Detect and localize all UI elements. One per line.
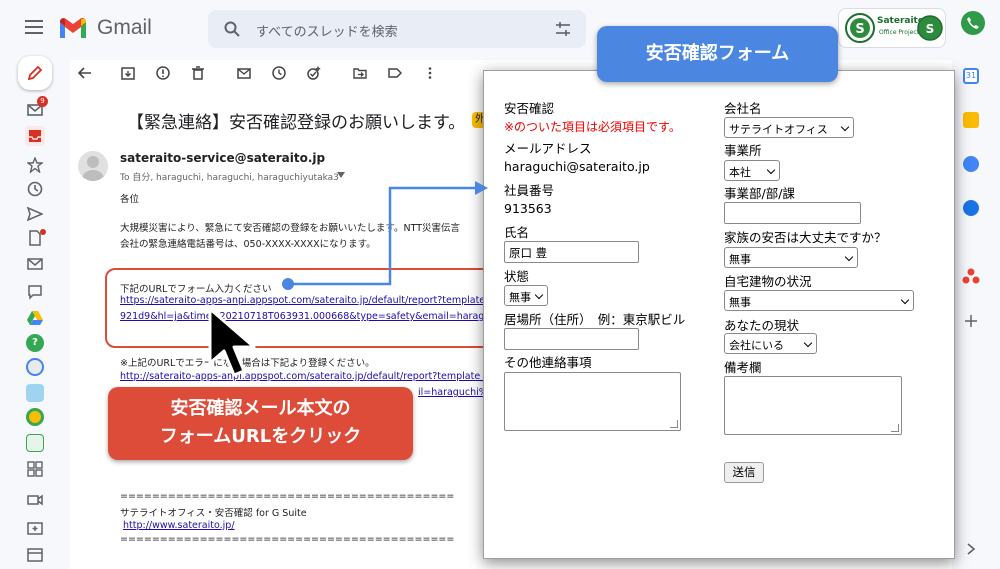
current-label: あなたの現状 <box>724 318 800 333</box>
required-note: ※のついた項目は必須項目です。 <box>504 120 681 134</box>
red-callout-line2: フォームURLをクリック <box>159 426 362 447</box>
draft-badge <box>40 229 46 235</box>
more-vert-icon[interactable] <box>423 66 437 80</box>
red-callout-line1: 安否確認メール本文の <box>170 398 351 419</box>
notes-label: 備考欄 <box>724 360 762 375</box>
video-icon[interactable] <box>27 492 43 508</box>
email-label: メールアドレス <box>504 141 592 156</box>
mark-unread-icon[interactable] <box>237 66 251 80</box>
contacts-icon[interactable] <box>963 200 979 216</box>
red-callout: 安否確認メール本文の フォームURLをクリック <box>108 387 413 460</box>
form-title: 安否確認 <box>504 101 555 116</box>
current-select[interactable]: 会社にいる <box>724 333 817 354</box>
residence-input[interactable] <box>504 328 639 350</box>
notes-textarea[interactable] <box>724 376 902 435</box>
mouse-cursor-icon <box>208 307 256 377</box>
snooze-icon[interactable] <box>272 66 286 80</box>
grid-icon[interactable] <box>27 461 43 477</box>
calendar-small-icon[interactable] <box>27 546 43 562</box>
office-label: 事業所 <box>724 143 762 158</box>
search-input[interactable]: すべてのスレッドを検索 <box>256 21 398 40</box>
company-select[interactable]: サテライトオフィス <box>724 117 854 138</box>
tasks-icon[interactable] <box>963 156 979 172</box>
app-photo-icon[interactable] <box>26 384 44 402</box>
family-label: 家族の安否は大丈夫ですか？ <box>724 230 887 245</box>
move-to-icon[interactable] <box>353 66 367 80</box>
sender-avatar <box>78 151 108 181</box>
submit-button[interactable]: 送信 <box>724 462 764 483</box>
brand-sub: Office Project <box>879 29 919 36</box>
phone-app-icon[interactable] <box>961 11 985 35</box>
company-label: 会社名 <box>724 101 762 116</box>
clock-icon[interactable] <box>27 181 43 197</box>
label-icon[interactable] <box>388 66 402 80</box>
inbox-icon <box>29 130 41 142</box>
family-select[interactable]: 無事 <box>724 247 858 268</box>
office-select[interactable]: 本社 <box>724 160 780 181</box>
compose-button[interactable] <box>18 56 52 90</box>
separator-bottom: ========================================… <box>120 534 455 545</box>
footer-url-link[interactable]: http://www.sateraito.jp/ <box>123 520 235 531</box>
separator-top: ========================================… <box>120 491 455 502</box>
footer-name: サテライトオフィス・安否確認 for G Suite <box>120 508 307 519</box>
addon-icon[interactable] <box>962 268 980 284</box>
app-ring-icon[interactable] <box>26 408 44 426</box>
all-mail-icon[interactable] <box>27 256 43 272</box>
connector-arrow-icon <box>282 181 488 290</box>
drive-icon[interactable] <box>27 310 43 326</box>
greeting: 各位 <box>120 194 140 205</box>
email-value: haraguchi@sateraito.jp <box>504 159 650 174</box>
main-menu-icon[interactable] <box>25 20 43 34</box>
sateraito-logo-icon: S <box>845 13 875 43</box>
add-icon[interactable] <box>964 314 978 328</box>
name-label: 氏名 <box>504 225 530 240</box>
sender-address: sateraito-service@sateraito.jp <box>120 151 326 165</box>
mail-badge: 9 <box>37 96 48 107</box>
employee-no-value: 913563 <box>504 201 552 216</box>
calendar-icon[interactable]: 31 <box>963 68 979 84</box>
pencil-icon <box>28 66 42 80</box>
home-select[interactable]: 無事 <box>724 290 914 311</box>
search-options-icon[interactable] <box>555 22 571 36</box>
status-select[interactable]: 無事 <box>504 285 548 306</box>
chat-icon[interactable] <box>27 284 43 300</box>
trash-icon[interactable] <box>191 66 205 80</box>
report-spam-icon[interactable] <box>156 66 170 80</box>
department-label: 事業部/部/課 <box>724 186 795 201</box>
status-label: 状態 <box>504 269 530 284</box>
gmail-logo-icon <box>60 18 86 38</box>
sateraito-seal-icon: S <box>917 15 943 41</box>
employee-no-label: 社員番号 <box>504 183 555 198</box>
alt-url-link-1[interactable]: http://sateraito-apps-anpi.appspot.com/s… <box>120 371 511 382</box>
search-bar[interactable]: すべてのスレッドを検索 <box>208 10 586 48</box>
name-input[interactable]: 原口 豊 <box>504 241 639 263</box>
archive-icon[interactable] <box>121 66 135 80</box>
keep-icon[interactable] <box>963 112 979 128</box>
new-meeting-icon[interactable] <box>27 520 43 536</box>
search-icon[interactable] <box>224 21 240 37</box>
other-contact-textarea[interactable] <box>504 372 681 431</box>
home-label: 自宅建物の状況 <box>724 274 812 289</box>
app-help-icon[interactable]: ? <box>26 334 44 352</box>
svg-text:S: S <box>855 22 864 37</box>
account-brand[interactable]: S Sateraito Office Project S <box>838 8 946 48</box>
expand-icon[interactable] <box>966 543 976 555</box>
department-input[interactable] <box>724 202 861 224</box>
app-doc-icon[interactable] <box>26 434 44 452</box>
residence-label: 居場所（住所） 例：東京駅ビル <box>504 312 686 327</box>
app-name: Gmail <box>97 16 152 39</box>
inbox-item[interactable] <box>25 126 45 146</box>
email-subject: 【緊急連絡】安否確認登録のお願いします。 <box>127 113 466 133</box>
app-globe-icon[interactable] <box>26 358 44 376</box>
blue-callout: 安否確認フォーム <box>597 26 838 82</box>
other-contact-label: その他連絡事項 <box>504 355 592 370</box>
svg-text:S: S <box>926 22 935 36</box>
star-icon[interactable] <box>27 157 43 173</box>
send-icon[interactable] <box>27 206 43 222</box>
back-arrow-icon[interactable] <box>78 66 92 80</box>
add-task-icon[interactable] <box>307 66 321 80</box>
